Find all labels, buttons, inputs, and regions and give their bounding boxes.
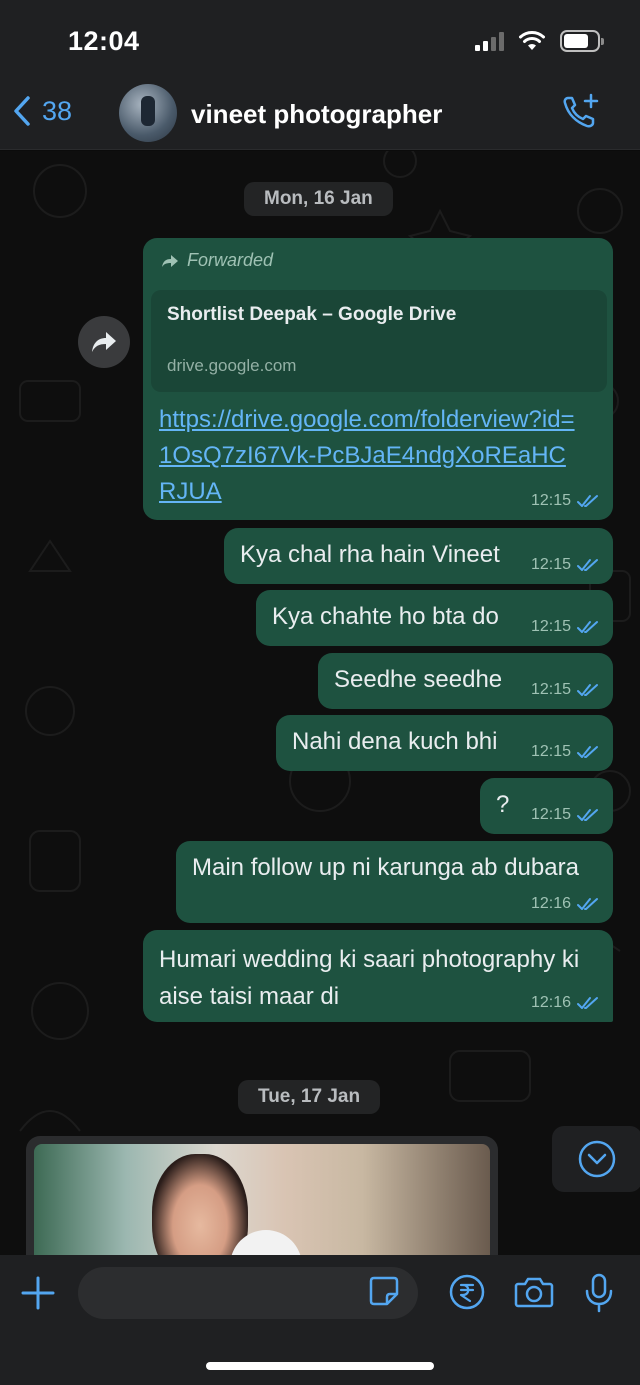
status-time: 12:04 (68, 26, 140, 56)
message-time: 12:16 (530, 895, 571, 912)
message-bubble[interactable]: Main follow up ni karunga ab dubara 12:1… (176, 841, 613, 923)
scroll-to-bottom-button[interactable] (552, 1126, 640, 1192)
message-time: 12:16 (530, 994, 571, 1011)
double-check-icon (577, 495, 598, 507)
double-check-icon (577, 559, 598, 571)
message-meta: 12:16 (531, 994, 599, 1012)
double-check-icon (577, 684, 598, 696)
drive-link[interactable]: https://drive.google.com/folderview?id=1… (159, 402, 579, 510)
double-check-icon (577, 809, 598, 821)
media-thumbnail[interactable] (34, 1144, 490, 1255)
double-check-icon (577, 746, 598, 758)
message-meta: 12:15 (531, 681, 599, 699)
date-separator: Tue, 17 Jan (238, 1080, 381, 1114)
wifi-icon (519, 31, 545, 50)
message-meta: 12:15 (531, 618, 599, 636)
status-bar: 12:04 (0, 0, 640, 80)
message-bubble[interactable]: ? 12:15 (480, 778, 613, 834)
message-bubble[interactable]: Seedhe seedhe 12:15 (318, 653, 613, 709)
link-preview-domain: drive.google.com (167, 356, 297, 375)
message-text: Seedhe seedhe (334, 666, 503, 693)
plus-icon[interactable] (20, 1275, 56, 1311)
contact-name[interactable]: vineet photographer (191, 99, 442, 130)
scroll-down-icon (578, 1140, 616, 1178)
message-text: Kya chahte ho bta do (272, 603, 499, 630)
chat-header: 38 vineet photographer (0, 80, 640, 150)
message-meta: 12:15 (531, 492, 599, 510)
message-text: Main follow up ni karunga ab dubara (192, 854, 579, 881)
message-text: Nahi dena kuch bhi (292, 728, 498, 755)
link-preview-card[interactable]: Shortlist Deepak – Google Drive drive.go… (151, 290, 607, 392)
message-bubble[interactable]: Humari wedding ki saari photography ki a… (143, 930, 613, 1022)
message-meta: 12:15 (531, 743, 599, 761)
status-icons (475, 30, 604, 52)
message-meta: 12:15 (531, 806, 599, 824)
cellular-signal-icon (475, 31, 504, 51)
sticker-icon[interactable] (368, 1275, 400, 1307)
mic-icon[interactable] (584, 1273, 614, 1313)
add-call-icon[interactable] (560, 92, 600, 132)
chat-area[interactable]: Mon, 16 Jan Forwarded Shortlist Deepak –… (0, 151, 640, 1255)
message-meta: 12:16 (531, 895, 599, 913)
double-check-icon (577, 898, 598, 910)
message-time: 12:15 (530, 618, 571, 635)
avatar[interactable] (119, 84, 177, 142)
media-message-bubble[interactable] (26, 1136, 498, 1255)
message-bubble[interactable]: Kya chal rha hain Vineet 12:15 (224, 528, 613, 584)
message-text: ? (496, 791, 510, 818)
back-button[interactable]: 38 (12, 94, 72, 128)
battery-icon (560, 30, 604, 52)
forwarded-arrow-icon (162, 254, 178, 267)
message-meta: 12:15 (531, 556, 599, 574)
forwarded-label: Forwarded (161, 250, 273, 271)
message-bubble[interactable]: Nahi dena kuch bhi 12:15 (276, 715, 613, 771)
link-preview-title: Shortlist Deepak – Google Drive (167, 304, 457, 325)
date-separator: Mon, 16 Jan (244, 182, 393, 216)
message-text: Kya chal rha hain Vineet (240, 541, 500, 568)
forwarded-text: Forwarded (187, 250, 274, 270)
message-time: 12:15 (530, 681, 571, 698)
back-chevron-icon (14, 96, 30, 126)
unread-count: 38 (42, 95, 73, 126)
home-indicator[interactable] (206, 1362, 434, 1370)
message-time: 12:15 (530, 556, 571, 573)
forwarded-message-bubble[interactable]: Forwarded Shortlist Deepak – Google Driv… (143, 238, 613, 520)
media-person (152, 1154, 248, 1255)
rupee-icon[interactable] (448, 1273, 486, 1311)
message-time: 12:15 (530, 492, 571, 509)
camera-icon[interactable] (514, 1275, 554, 1309)
message-time: 12:15 (530, 806, 571, 823)
forward-icon (92, 332, 116, 352)
double-check-icon (577, 997, 598, 1009)
message-input[interactable] (78, 1267, 418, 1319)
message-time: 12:15 (530, 743, 571, 760)
message-bubble[interactable]: Kya chahte ho bta do 12:15 (256, 590, 613, 646)
double-check-icon (577, 621, 598, 633)
forward-message-button[interactable] (78, 316, 130, 368)
